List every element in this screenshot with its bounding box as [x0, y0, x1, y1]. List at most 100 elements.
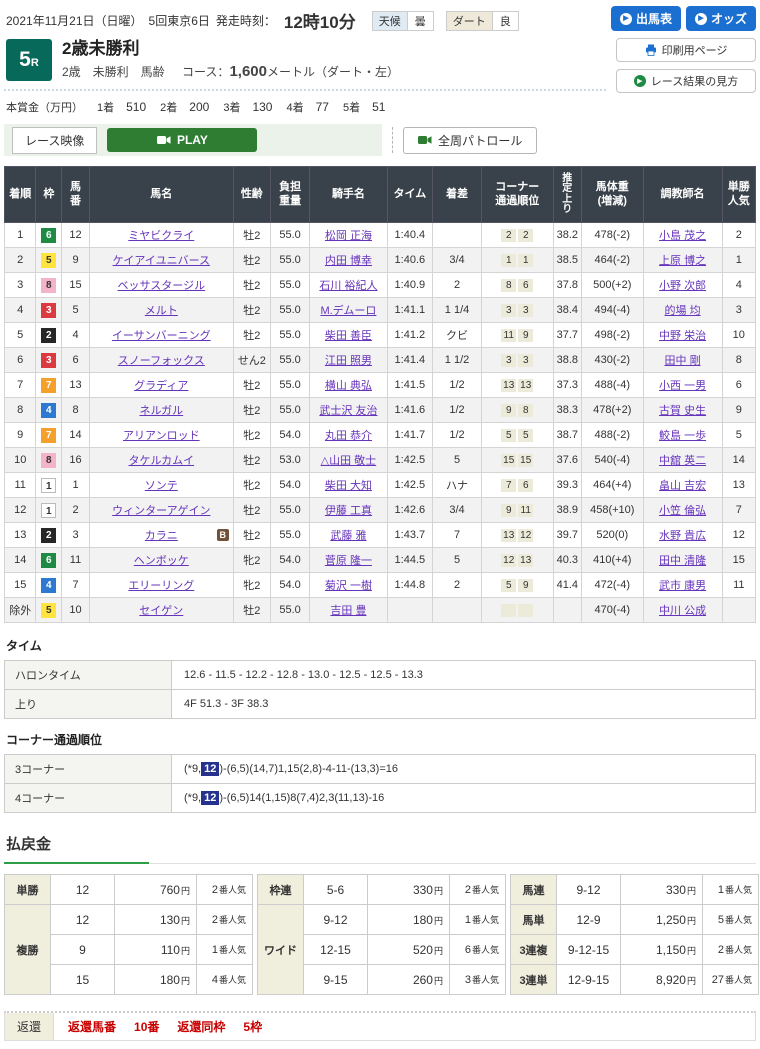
estimated-last-3f: 37.7	[553, 323, 581, 348]
body-weight: 464(-2)	[582, 248, 644, 273]
jockey-link[interactable]: △山田 敬士	[321, 455, 377, 467]
trainer-link[interactable]: 武市 康男	[659, 580, 706, 592]
payout-favorite: 2番人気	[197, 875, 253, 905]
track-condition-badge: ダート 良	[446, 11, 519, 31]
horse-name-link[interactable]: ヘンボッケ	[134, 555, 189, 567]
trainer-link[interactable]: 古賀 史生	[659, 405, 706, 417]
horse-name-link[interactable]: エリーリング	[128, 580, 194, 592]
odds-button[interactable]: ▶ オッズ	[686, 6, 756, 31]
corner-position-box: 13	[501, 379, 516, 392]
horse-name-link[interactable]: イーサンバーニング	[112, 330, 211, 342]
trainer-link[interactable]: 田中 清隆	[659, 555, 706, 567]
prize-item: 3着130	[223, 99, 272, 115]
race-video-button[interactable]: レース映像	[12, 127, 97, 154]
horse-name-link[interactable]: メルト	[145, 305, 178, 317]
payout-combination: 9-15	[304, 965, 368, 995]
jockey-link[interactable]: 横山 典弘	[325, 380, 372, 392]
trainer-link[interactable]: 小笠 倫弘	[659, 505, 706, 517]
jockey-link[interactable]: 柴田 善臣	[325, 330, 372, 342]
corner-positions: 33	[481, 298, 553, 323]
horse-number: 12	[62, 223, 90, 248]
jockey-link[interactable]: 伊藤 工真	[325, 505, 372, 517]
ninki-unit: 番人気	[725, 915, 752, 925]
corner-positions: 11	[481, 248, 553, 273]
payout-amount: 330円	[621, 875, 703, 905]
payout-row: 馬単12-91,250円5番人気	[511, 905, 759, 935]
bet-type-label: 複勝	[5, 905, 51, 995]
trainer-link[interactable]: 小島 茂之	[659, 230, 706, 242]
result-row: 848ネルガル牡255.0武士沢 友治1:41.61/29838.3478(+2…	[5, 398, 756, 423]
margin	[433, 598, 482, 623]
ninki-unit: 番人気	[219, 885, 246, 895]
horse-name-link[interactable]: セイゲン	[139, 605, 183, 617]
horse-name-link[interactable]: スノーフォックス	[118, 355, 205, 367]
trainer-link[interactable]: 中川 公成	[659, 605, 706, 617]
horse-name-link[interactable]: グラディア	[134, 380, 188, 392]
trainer-link[interactable]: 的場 均	[665, 305, 701, 317]
jockey-link[interactable]: 内田 博幸	[325, 255, 372, 267]
finish-position: 8	[5, 398, 36, 423]
jockey-link[interactable]: M.デムーロ	[320, 305, 376, 317]
jockey-link[interactable]: 菅原 隆一	[325, 555, 372, 567]
jockey-link[interactable]: 丸田 恭介	[325, 430, 372, 442]
result-row: 1323カラニB牡255.0武藤 雅1:43.77131239.7520(0)水…	[5, 523, 756, 548]
jockey-link[interactable]: 柴田 大知	[325, 480, 372, 492]
jockey-link[interactable]: 吉田 豊	[330, 605, 366, 617]
jockey-link[interactable]: 武士沢 友治	[319, 405, 377, 417]
carried-weight: 55.0	[270, 323, 309, 348]
corner-positions: 119	[481, 323, 553, 348]
horse-name-link[interactable]: ケイアイユニバース	[113, 255, 210, 267]
jockey-link[interactable]: 石川 裕紀人	[319, 280, 377, 292]
col-header-sex_age: 性齢	[233, 167, 270, 223]
result-row: 1212ウィンターアゲイン牡255.0伊藤 工真1:42.63/491138.9…	[5, 498, 756, 523]
jockey-link[interactable]: 武藤 雅	[330, 530, 366, 542]
horse-number: 11	[62, 548, 90, 573]
payout-row: 枠連5-6330円2番人気	[258, 875, 506, 905]
payout-amount: 8,920円	[621, 965, 703, 995]
horse-name-link[interactable]: ウィンターアゲイン	[112, 505, 210, 517]
jockey-link[interactable]: 菊沢 一樹	[325, 580, 372, 592]
trainer-link[interactable]: 小野 次郎	[659, 280, 706, 292]
corner-positions: 1313	[481, 373, 553, 398]
trainer-link[interactable]: 小西 一男	[659, 380, 706, 392]
prize-item: 5着51	[343, 99, 385, 115]
carried-weight: 55.0	[270, 373, 309, 398]
yen-unit: 円	[181, 916, 190, 926]
horse-name-link[interactable]: タケルカムイ	[128, 455, 194, 467]
jockey-cell: 菊沢 一樹	[310, 573, 387, 598]
result-row: 1547エリーリング牝254.0菊沢 一樹1:44.825941.4472(-4…	[5, 573, 756, 598]
corner-position-box: 1	[501, 254, 516, 267]
entries-button[interactable]: ▶ 出馬表	[611, 6, 681, 31]
trainer-link[interactable]: 田中 剛	[665, 355, 701, 367]
estimated-last-3f: 38.8	[553, 348, 581, 373]
trainer-link[interactable]: 上原 博之	[659, 255, 706, 267]
play-button[interactable]: PLAY	[107, 128, 257, 152]
horse-name-link[interactable]: カラニ	[145, 530, 178, 542]
furlong-time-label: ハロンタイム	[5, 661, 172, 690]
result-guide-button[interactable]: ▶ レース結果の見方	[616, 69, 756, 93]
yen-unit: 円	[181, 886, 190, 896]
horse-name-link[interactable]: ミヤビクライ	[128, 230, 194, 242]
horse-name-link[interactable]: ネルガル	[139, 405, 183, 417]
trainer-link[interactable]: 鮫島 一歩	[659, 430, 706, 442]
margin: 1/2	[433, 423, 482, 448]
trainer-link[interactable]: 畠山 吉宏	[659, 480, 706, 492]
trainer-link[interactable]: 中舘 英二	[659, 455, 706, 467]
patrol-video-button[interactable]: 全周パトロール	[403, 127, 537, 154]
horse-name-link[interactable]: ソンテ	[145, 480, 178, 492]
horse-name-link[interactable]: ベッサスタージル	[118, 280, 206, 292]
trainer-link[interactable]: 中野 栄治	[659, 330, 706, 342]
jockey-link[interactable]: 江田 照男	[325, 355, 372, 367]
result-guide-label: レース結果の見方	[651, 73, 738, 89]
weather-label: 天候	[373, 12, 408, 30]
frame-cell: 8	[36, 448, 62, 473]
estimated-last-3f: 37.3	[553, 373, 581, 398]
trainer-link[interactable]: 水野 貴広	[659, 530, 706, 542]
course-label: コース：	[182, 65, 229, 79]
print-page-button[interactable]: 印刷用ページ	[616, 38, 756, 62]
win-favorite-rank: 11	[722, 573, 755, 598]
jockey-link[interactable]: 松岡 正海	[325, 230, 372, 242]
payout-amount: 760円	[115, 875, 197, 905]
horse-name-link[interactable]: アリアンロッド	[123, 430, 200, 442]
payout-combination: 5-6	[304, 875, 368, 905]
